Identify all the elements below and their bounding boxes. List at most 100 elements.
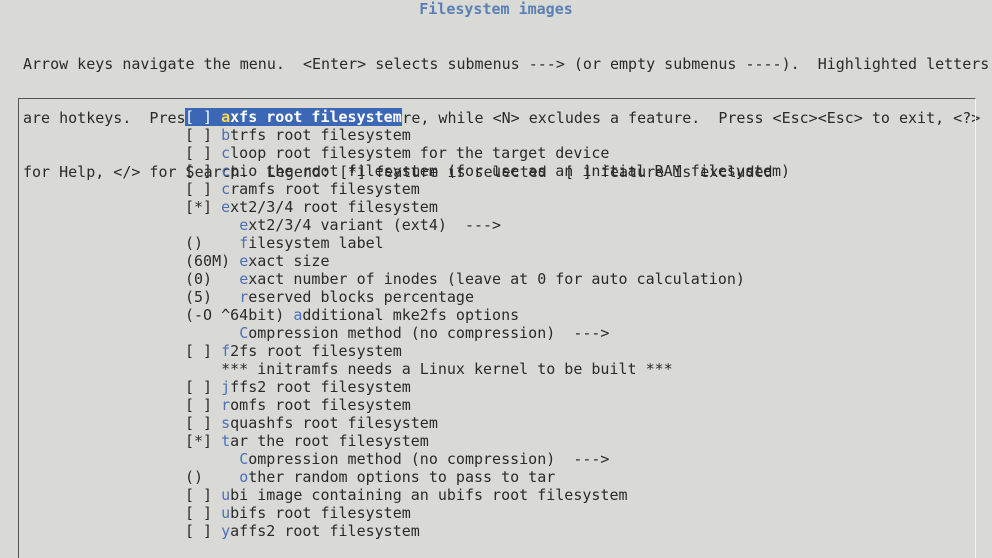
menu-item-text: affs2 root filesystem: [230, 522, 420, 540]
menu-item-label: cloop root filesystem for the target dev…: [221, 144, 609, 162]
menu-item-label: f2fs root filesystem: [221, 342, 402, 360]
menu-item-hotkey: f: [239, 234, 249, 252]
menu-item-text: ilesystem label: [248, 234, 384, 252]
menu-item[interactable]: () filesystem label: [185, 234, 975, 252]
menu-item[interactable]: [*] ext2/3/4 root filesystem: [185, 198, 975, 216]
menu-item[interactable]: *** initramfs needs a Linux kernel to be…: [185, 360, 975, 378]
menu-item-state: [ ]: [185, 378, 222, 396]
menu-item-label: romfs root filesystem: [221, 396, 411, 414]
menu-item-state: [ ]: [185, 180, 222, 198]
menu-item[interactable]: [ ] squashfs root filesystem: [185, 414, 975, 432]
menu-item-hotkey: c: [221, 144, 231, 162]
menu-item-hotkey: u: [221, 486, 231, 504]
menu-item-text: ramfs root filesystem: [230, 180, 420, 198]
menu-item[interactable]: [ ] yaffs2 root filesystem: [185, 522, 975, 540]
menu-item-text: ar the root filesystem: [230, 432, 429, 450]
menu-item-indent: [221, 468, 239, 486]
menu-item-state: [185, 216, 221, 234]
menu-item[interactable]: (5) reserved blocks percentage: [185, 288, 975, 306]
menu-item[interactable]: () other random options to pass to tar: [185, 468, 975, 486]
menu-item-indent: [221, 216, 239, 234]
menu-item-text: trfs root filesystem: [230, 126, 411, 144]
menu-item-text: omfs root filesystem: [230, 396, 411, 414]
menu-item-indent: [221, 288, 239, 306]
menu-item-hotkey: e: [221, 198, 231, 216]
menu-item[interactable]: [ ] btrfs root filesystem: [185, 126, 975, 144]
menu-item-hotkey: u: [221, 504, 231, 522]
menu-item-text: bi image containing an ubifs root filesy…: [230, 486, 628, 504]
menu-item-hotkey: C: [239, 324, 249, 342]
menu-item-state: (-O ^64bit): [185, 306, 294, 324]
menu-item[interactable]: [ ] jffs2 root filesystem: [185, 378, 975, 396]
menu-item-state: (): [185, 234, 222, 252]
menu-item-indent: [221, 270, 239, 288]
menu-item-text: xt2/3/4 variant (ext4) --->: [248, 216, 502, 234]
menu-item[interactable]: [ ] cpio the root filesystem (for use as…: [185, 162, 975, 180]
menu-item-label: cramfs root filesystem: [221, 180, 420, 198]
menu-item-state: [ ]: [185, 486, 222, 504]
menu-item-label: other random options to pass to tar: [239, 468, 555, 486]
menu-item[interactable]: [ ] ubifs root filesystem: [185, 504, 975, 522]
menu-item[interactable]: [ ] f2fs root filesystem: [185, 342, 975, 360]
menu-item-indent: [221, 324, 239, 342]
menu-item-state: [ ]: [185, 342, 222, 360]
menu-item[interactable]: [ ] romfs root filesystem: [185, 396, 975, 414]
menu-item-label: jffs2 root filesystem: [221, 378, 411, 396]
menu-item-hotkey: t: [221, 432, 231, 450]
menu-item[interactable]: [ ] axfs root filesystem: [185, 108, 975, 126]
menu-item-indent: [221, 234, 239, 252]
menu-item-text: pio the root filesystem (for use as an i…: [230, 162, 791, 180]
menu-item[interactable]: (0) exact number of inodes (leave at 0 f…: [185, 270, 975, 288]
menu-item[interactable]: [ ] ubi image containing an ubifs root f…: [185, 486, 975, 504]
menu-item-text: bifs root filesystem: [230, 504, 411, 522]
help-line: Arrow keys navigate the menu. <Enter> se…: [23, 55, 990, 73]
menu-item[interactable]: [ ] cramfs root filesystem: [185, 180, 975, 198]
menu-item-state: [185, 324, 221, 342]
menu-item-text: xact number of inodes (leave at 0 for au…: [248, 270, 745, 288]
menu-item-state: [*]: [185, 432, 222, 450]
menu-item[interactable]: ext2/3/4 variant (ext4) --->: [185, 216, 975, 234]
menu-list: [ ] axfs root filesystem[ ] btrfs root f…: [185, 108, 975, 540]
menu-item-label: ext2/3/4 variant (ext4) --->: [239, 216, 501, 234]
menu-item-label: yaffs2 root filesystem: [221, 522, 420, 540]
menu-item-state: [185, 450, 221, 468]
menu-item-label: reserved blocks percentage: [239, 288, 474, 306]
menu-item-label: axfs root filesystem: [221, 108, 402, 126]
menu-item-hotkey: e: [239, 216, 249, 234]
menu-item[interactable]: Compression method (no compression) --->: [185, 450, 975, 468]
menu-item-label: additional mke2fs options: [293, 306, 519, 324]
menu-item[interactable]: (-O ^64bit) additional mke2fs options: [185, 306, 975, 324]
menu-item-hotkey: s: [221, 414, 231, 432]
menu-item-label: ext2/3/4 root filesystem: [221, 198, 438, 216]
menu-item-label: squashfs root filesystem: [221, 414, 438, 432]
menu-item-state: (60M): [185, 252, 240, 270]
menu-item-state: [ ]: [185, 144, 222, 162]
menu-item-text: eserved blocks percentage: [248, 288, 474, 306]
menu-item[interactable]: [ ] cloop root filesystem for the target…: [185, 144, 975, 162]
menu-item-state: (0): [185, 270, 222, 288]
menu-item-hotkey: C: [239, 450, 249, 468]
menu-item-state: [ ]: [185, 522, 222, 540]
dialog-title: Filesystem images: [419, 0, 573, 18]
menu-item-state: [ ]: [185, 504, 222, 522]
menu-item[interactable]: Compression method (no compression) --->: [185, 324, 975, 342]
menu-item-text: ther random options to pass to tar: [248, 468, 556, 486]
menu-item-text: 2fs root filesystem: [230, 342, 402, 360]
menu-item-label: Compression method (no compression) --->: [239, 450, 609, 468]
menu-item-label: filesystem label: [239, 234, 384, 252]
menu-item-state: (): [185, 468, 222, 486]
menu-item-hotkey: e: [239, 270, 249, 288]
menu-item[interactable]: [*] tar the root filesystem: [185, 432, 975, 450]
menu-item-text: xact size: [248, 252, 330, 270]
menu-item[interactable]: (60M) exact size: [185, 252, 975, 270]
menu-item-hotkey: a: [221, 108, 231, 126]
menu-item-text: xfs root filesystem: [230, 108, 402, 126]
menu-item-text: *** initramfs needs a Linux kernel to be…: [221, 360, 673, 378]
menu-item-state: [ ]: [185, 126, 222, 144]
menu-item-text: ompression method (no compression) --->: [248, 324, 610, 342]
menu-item-hotkey: r: [239, 288, 249, 306]
menu-item-state: [ ]: [185, 162, 222, 180]
menu-item-hotkey: b: [221, 126, 231, 144]
menu-item-label: ubi image containing an ubifs root files…: [221, 486, 627, 504]
menu-item-label: exact size: [239, 252, 329, 270]
